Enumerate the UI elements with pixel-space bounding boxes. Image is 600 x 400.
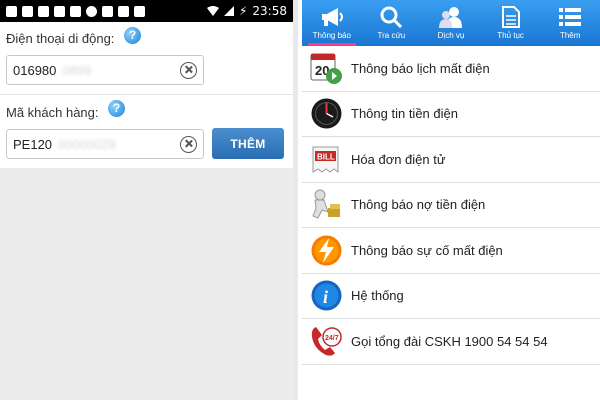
menu-label: Thông báo nợ tiền điện xyxy=(351,197,486,213)
customer-label: Mã khách hàng: xyxy=(6,105,99,120)
info-icon: i xyxy=(310,279,343,312)
tab-services[interactable]: Dịch vụ xyxy=(421,0,481,46)
menu-item-e-invoice[interactable]: BILL Hóa đơn điện tử xyxy=(302,137,600,183)
status-time: 23:58 xyxy=(252,4,287,18)
chat-icon xyxy=(70,5,81,17)
menu-item-outage-incident[interactable]: Thông báo sự cố mất điện xyxy=(302,228,600,274)
chat-icon xyxy=(54,5,65,17)
tab-label: Thêm xyxy=(559,31,581,40)
people-icon xyxy=(438,6,463,28)
lightning-icon xyxy=(310,234,343,267)
clear-icon[interactable] xyxy=(180,135,197,153)
status-bar: ⚡ 23:58 xyxy=(0,0,293,22)
customer-code-input[interactable]: PE120 00000029 xyxy=(6,129,204,159)
tab-label: Tra cứu xyxy=(377,31,406,40)
customer-value: PE120 xyxy=(13,136,53,152)
usb-icon xyxy=(86,5,97,17)
tab-label: Dịch vụ xyxy=(437,31,465,40)
customer-value-redacted: 00000029 xyxy=(58,136,116,152)
menu-item-electricity-info[interactable]: Thông tin tiền điện xyxy=(302,92,600,137)
svg-text:BILL: BILL xyxy=(317,152,335,161)
search-icon xyxy=(380,6,403,28)
sim-icon xyxy=(6,5,17,17)
divider xyxy=(0,94,293,95)
tab-notifications[interactable]: Thông báo xyxy=(302,0,362,46)
left-screen: ⚡ 23:58 Điện thoại di động: ? 016980 0899… xyxy=(0,0,293,400)
menu-list: 20 Thông báo lịch mất điện Thông tin tiề… xyxy=(302,46,600,365)
bill-icon: BILL xyxy=(310,143,343,176)
menu-item-debt-notice[interactable]: Thông báo nợ tiền điện xyxy=(302,183,600,228)
menu-item-system[interactable]: i Hệ thống xyxy=(302,274,600,319)
calendar-icon: 20 xyxy=(310,52,343,85)
screen-separator xyxy=(293,0,298,400)
tab-label: Thông báo xyxy=(312,31,351,40)
customer-help-icon[interactable]: ? xyxy=(108,100,125,117)
document-icon xyxy=(501,6,520,28)
menu-label: Thông báo lịch mất điện xyxy=(351,60,490,76)
menu-label: Hóa đơn điện tử xyxy=(351,151,446,167)
right-screen: Thông báo Tra cứu Dịch vụ Thủ tục Thêm 2… xyxy=(302,0,600,400)
menu-label: Thông báo sự cố mất điện xyxy=(351,242,503,258)
signal-icon xyxy=(223,6,234,16)
image-icon xyxy=(134,5,145,17)
facebook-icon xyxy=(22,5,33,17)
battery-icon: ⚡ xyxy=(238,4,248,18)
meter-icon xyxy=(310,97,343,130)
menu-label: Hệ thống xyxy=(351,288,404,304)
menu-label: Gọi tổng đài CSKH 1900 54 54 54 xyxy=(351,333,548,349)
menu-item-outage-schedule[interactable]: 20 Thông báo lịch mất điện xyxy=(302,46,600,92)
wifi-icon xyxy=(206,6,219,16)
debt-icon xyxy=(310,188,343,221)
tab-bar: Thông báo Tra cứu Dịch vụ Thủ tục Thêm xyxy=(302,0,600,46)
tab-procedures[interactable]: Thủ tục xyxy=(481,0,541,46)
list-icon xyxy=(559,6,582,28)
add-button[interactable]: THÊM xyxy=(212,128,284,159)
app-screens: ⚡ 23:58 Điện thoại di động: ? 016980 0899… xyxy=(0,0,600,400)
status-right: ⚡ 23:58 xyxy=(206,4,287,18)
menu-item-call-hotline[interactable]: 24/7 Gọi tổng đài CSKH 1900 54 54 54 xyxy=(302,319,600,365)
svg-text:i: i xyxy=(323,287,328,307)
phone-help-icon[interactable]: ? xyxy=(124,27,141,44)
phone-value-redacted: 0899 xyxy=(62,62,92,78)
tab-more[interactable]: Thêm xyxy=(540,0,600,46)
chat-icon xyxy=(102,5,113,17)
notification-icons xyxy=(6,5,145,17)
message-icon xyxy=(118,5,129,17)
menu-label: Thông tin tiền điện xyxy=(351,106,458,122)
phone-24-7-icon: 24/7 xyxy=(310,325,343,358)
phone-value: 016980 xyxy=(13,62,57,78)
phone-input[interactable]: 016980 0899 xyxy=(6,55,204,85)
phone-label: Điện thoại di động: xyxy=(6,31,115,46)
svg-text:24/7: 24/7 xyxy=(325,335,339,342)
mail-icon xyxy=(38,5,49,17)
tab-label: Thủ tục xyxy=(497,31,524,40)
tab-lookup[interactable]: Tra cứu xyxy=(362,0,422,46)
megaphone-icon xyxy=(320,6,344,28)
clear-icon[interactable] xyxy=(180,61,197,79)
